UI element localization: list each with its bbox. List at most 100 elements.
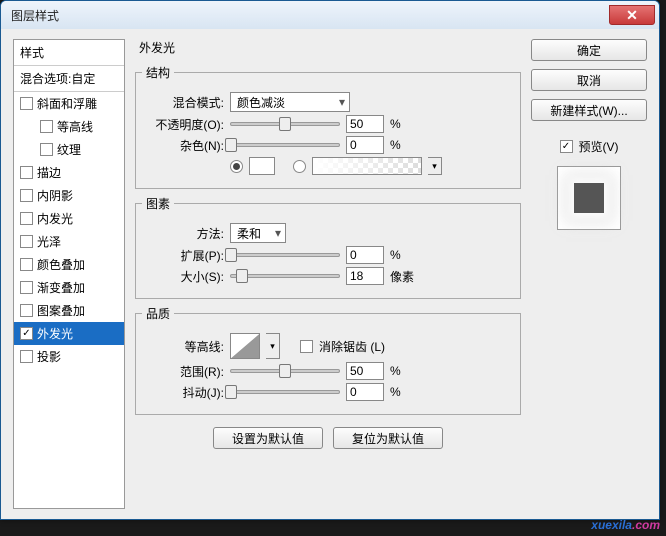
- slider-knob[interactable]: [279, 364, 291, 378]
- color-swatch[interactable]: [249, 157, 275, 175]
- contour-dropdown-arrow[interactable]: ▾: [266, 333, 280, 359]
- spread-unit: %: [390, 248, 420, 262]
- antialias-checkbox[interactable]: [300, 340, 313, 353]
- range-input[interactable]: 50: [346, 362, 384, 380]
- slider-knob[interactable]: [279, 117, 291, 131]
- method-select[interactable]: 柔和: [230, 223, 286, 243]
- style-item-label: 内发光: [37, 210, 73, 227]
- contour-picker[interactable]: [230, 333, 260, 359]
- opacity-input[interactable]: 50: [346, 115, 384, 133]
- antialias-label: 消除锯齿 (L): [319, 338, 385, 355]
- preview-label: 预览(V): [579, 138, 619, 155]
- style-checkbox[interactable]: [20, 166, 33, 179]
- structure-legend: 结构: [142, 64, 174, 81]
- slider-knob[interactable]: [225, 248, 237, 262]
- quality-legend: 品质: [142, 305, 174, 322]
- style-checkbox[interactable]: [20, 304, 33, 317]
- jitter-unit: %: [390, 385, 420, 399]
- method-label: 方法:: [142, 225, 224, 242]
- quality-group: 品质 等高线: ▾ 消除锯齿 (L) 范围(R): 50 % 抖动(J):: [135, 305, 521, 415]
- panel-title: 外发光: [135, 39, 521, 58]
- size-unit: 像素: [390, 268, 420, 285]
- style-item-label: 描边: [37, 164, 61, 181]
- style-item-label: 图案叠加: [37, 302, 85, 319]
- style-checkbox[interactable]: [20, 281, 33, 294]
- action-column: 确定 取消 新建样式(W)... 预览(V): [531, 39, 647, 509]
- color-radio[interactable]: [230, 160, 243, 173]
- spread-slider[interactable]: [230, 253, 340, 257]
- style-item-等高线[interactable]: 等高线: [14, 115, 124, 138]
- noise-slider[interactable]: [230, 143, 340, 147]
- reset-default-button[interactable]: 复位为默认值: [333, 427, 443, 449]
- style-item-label: 纹理: [57, 141, 81, 158]
- blend-mode-label: 混合模式:: [142, 94, 224, 111]
- style-item-label: 外发光: [37, 325, 73, 342]
- style-item-描边[interactable]: 描边: [14, 161, 124, 184]
- watermark: xuexila.com: [591, 513, 660, 534]
- style-checkbox[interactable]: [40, 143, 53, 156]
- style-item-label: 等高线: [57, 118, 93, 135]
- dialog-body: 样式 混合选项:自定 斜面和浮雕等高线纹理描边内阴影内发光光泽颜色叠加渐变叠加图…: [1, 29, 659, 519]
- style-item-label: 投影: [37, 348, 61, 365]
- style-item-颜色叠加[interactable]: 颜色叠加: [14, 253, 124, 276]
- style-item-label: 渐变叠加: [37, 279, 85, 296]
- noise-input[interactable]: 0: [346, 136, 384, 154]
- style-item-投影[interactable]: 投影: [14, 345, 124, 368]
- style-item-图案叠加[interactable]: 图案叠加: [14, 299, 124, 322]
- style-checkbox[interactable]: [20, 350, 33, 363]
- jitter-label: 抖动(J):: [142, 384, 224, 401]
- style-checkbox[interactable]: [20, 97, 33, 110]
- slider-knob[interactable]: [236, 269, 248, 283]
- style-item-渐变叠加[interactable]: 渐变叠加: [14, 276, 124, 299]
- range-slider[interactable]: [230, 369, 340, 373]
- size-slider[interactable]: [230, 274, 340, 278]
- layer-style-dialog: 图层样式 ✕ 样式 混合选项:自定 斜面和浮雕等高线纹理描边内阴影内发光光泽颜色…: [0, 0, 660, 520]
- style-checkbox[interactable]: [20, 327, 33, 340]
- style-item-label: 斜面和浮雕: [37, 95, 97, 112]
- noise-unit: %: [390, 138, 420, 152]
- jitter-input[interactable]: 0: [346, 383, 384, 401]
- size-input[interactable]: 18: [346, 267, 384, 285]
- gradient-dropdown-arrow[interactable]: ▾: [428, 157, 442, 175]
- opacity-unit: %: [390, 117, 420, 131]
- style-checkbox[interactable]: [40, 120, 53, 133]
- slider-knob[interactable]: [225, 385, 237, 399]
- style-checkbox[interactable]: [20, 258, 33, 271]
- ok-button[interactable]: 确定: [531, 39, 647, 61]
- close-button[interactable]: ✕: [609, 5, 655, 25]
- cancel-button[interactable]: 取消: [531, 69, 647, 91]
- size-label: 大小(S):: [142, 268, 224, 285]
- preview-sample: [574, 183, 604, 213]
- style-checkbox[interactable]: [20, 212, 33, 225]
- style-item-内阴影[interactable]: 内阴影: [14, 184, 124, 207]
- style-checkbox[interactable]: [20, 189, 33, 202]
- jitter-slider[interactable]: [230, 390, 340, 394]
- style-item-光泽[interactable]: 光泽: [14, 230, 124, 253]
- spread-label: 扩展(P):: [142, 247, 224, 264]
- styles-panel: 样式 混合选项:自定 斜面和浮雕等高线纹理描边内阴影内发光光泽颜色叠加渐变叠加图…: [13, 39, 125, 509]
- range-label: 范围(R):: [142, 363, 224, 380]
- elements-group: 图素 方法: 柔和 扩展(P): 0 % 大小(S): 18 像素: [135, 195, 521, 299]
- style-item-外发光[interactable]: 外发光: [14, 322, 124, 345]
- style-item-斜面和浮雕[interactable]: 斜面和浮雕: [14, 92, 124, 115]
- preview-checkbox[interactable]: [560, 140, 573, 153]
- spread-input[interactable]: 0: [346, 246, 384, 264]
- structure-group: 结构 混合模式: 颜色减淡 不透明度(O): 50 % 杂色(N): 0 %: [135, 64, 521, 189]
- titlebar[interactable]: 图层样式 ✕: [1, 1, 659, 29]
- slider-knob[interactable]: [225, 138, 237, 152]
- blending-options-item[interactable]: 混合选项:自定: [14, 66, 124, 92]
- new-style-button[interactable]: 新建样式(W)...: [531, 99, 647, 121]
- gradient-radio[interactable]: [293, 160, 306, 173]
- style-item-内发光[interactable]: 内发光: [14, 207, 124, 230]
- opacity-label: 不透明度(O):: [142, 116, 224, 133]
- style-checkbox[interactable]: [20, 235, 33, 248]
- gradient-swatch[interactable]: [312, 157, 422, 175]
- make-default-button[interactable]: 设置为默认值: [213, 427, 323, 449]
- opacity-slider[interactable]: [230, 122, 340, 126]
- style-item-纹理[interactable]: 纹理: [14, 138, 124, 161]
- contour-label: 等高线:: [142, 338, 224, 355]
- noise-label: 杂色(N):: [142, 137, 224, 154]
- blend-mode-select[interactable]: 颜色减淡: [230, 92, 350, 112]
- elements-legend: 图素: [142, 195, 174, 212]
- styles-header: 样式: [14, 40, 124, 66]
